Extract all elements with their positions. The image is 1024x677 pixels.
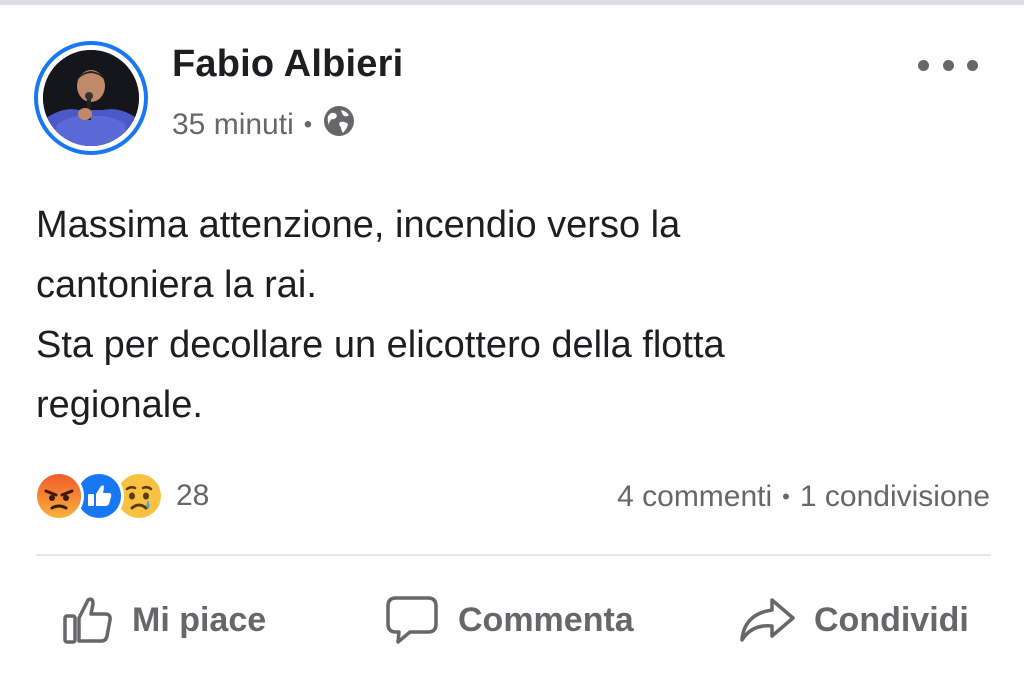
post-body-line: regionale.	[36, 384, 203, 426]
post-card: Fabio Albieri 35 minuti • Massima attenz…	[0, 5, 1024, 677]
actions-divider	[36, 554, 991, 556]
post-body: Massima attenzione, incendio verso la ca…	[36, 195, 936, 435]
thumbs-up-icon	[62, 594, 114, 646]
more-dot-icon	[967, 59, 978, 71]
shares-count-link[interactable]: 1 condivisione	[800, 480, 990, 514]
avatar-photo	[43, 50, 139, 146]
like-button[interactable]: Mi piace	[62, 585, 266, 655]
reactions-count: 28	[176, 479, 210, 512]
post-body-line: Sta per decollare un elicottero della fl…	[36, 324, 725, 366]
more-dot-icon	[942, 59, 954, 71]
stats-separator: •	[782, 484, 790, 509]
globe-icon	[322, 104, 356, 146]
like-button-label: Mi piace	[132, 600, 267, 639]
more-options-button[interactable]	[918, 53, 978, 77]
post-meta: 35 minuti •	[172, 105, 356, 145]
avatar[interactable]	[34, 41, 148, 155]
comment-button-label: Commenta	[458, 600, 634, 639]
share-button[interactable]: Condividi	[738, 585, 969, 655]
comments-count-link[interactable]: 4 commenti	[617, 480, 772, 514]
more-dot-icon	[918, 59, 929, 71]
angry-reaction-icon	[34, 471, 84, 521]
speech-bubble-icon	[384, 594, 440, 646]
share-arrow-icon	[738, 594, 796, 646]
post-time[interactable]: 35 minuti	[172, 108, 294, 142]
author-name[interactable]: Fabio Albieri	[172, 43, 403, 86]
post-body-line: cantoniera la rai.	[36, 264, 317, 306]
share-button-label: Condividi	[814, 600, 969, 639]
post-stats: 4 commenti • 1 condivisione	[617, 475, 990, 519]
post-body-line: Massima attenzione, incendio verso la	[36, 204, 681, 246]
post-actions-bar: Mi piace Commenta Condividi	[0, 585, 1024, 655]
meta-separator: •	[303, 111, 313, 138]
comment-button[interactable]: Commenta	[384, 585, 634, 655]
reactions-summary[interactable]: 28	[34, 471, 209, 521]
